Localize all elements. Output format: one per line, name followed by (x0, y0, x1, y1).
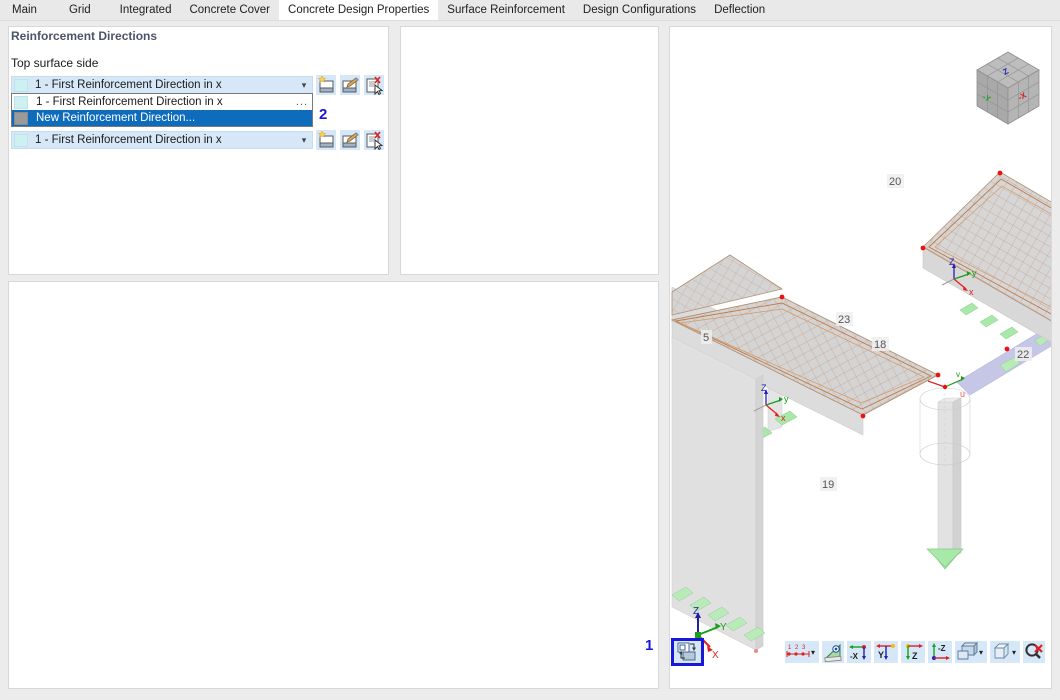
view-y-icon: Y (876, 644, 896, 660)
label-18: 18 (874, 339, 886, 351)
top-surface-side-label: Top surface side (11, 56, 99, 70)
edit-reinforcement-direction-button-2[interactable] (340, 130, 360, 150)
svg-text:y: y (784, 394, 789, 404)
view-minus-z-icon: -Z (932, 643, 951, 660)
color-swatch-icon (14, 95, 28, 109)
view-angle-icon (824, 643, 842, 662)
dropdown-item-label: New Reinforcement Direction... (36, 112, 196, 124)
view-toolbar: 1 2 3 ▾ -X Y Z -Z ▾ ▾ (785, 641, 1046, 663)
chevron-down-icon[interactable]: ▾ (978, 648, 986, 657)
annotation-marker-2: 2 (319, 106, 328, 123)
dropdown-item-new[interactable]: New Reinforcement Direction... (12, 110, 312, 126)
svg-text:-X: -X (850, 652, 859, 661)
label-23: 23 (838, 314, 850, 326)
svg-text:Y: Y (878, 650, 884, 660)
chevron-down-icon[interactable]: ▾ (296, 132, 312, 148)
svg-text:y: y (972, 268, 977, 278)
svg-text:Z: Z (949, 257, 955, 267)
annotation-marker-1: 1 (645, 637, 654, 654)
reinforcement-direction-dropdown-list[interactable]: 1 - First Reinforcement Direction in x .… (11, 93, 313, 127)
svg-text:X: X (712, 650, 719, 661)
dropdown-item-existing[interactable]: 1 - First Reinforcement Direction in x .… (12, 94, 312, 110)
tab-bar: Main Grid Integrated Concrete Cover Conc… (0, 0, 1060, 21)
view-angle-ruler-button[interactable] (822, 641, 845, 663)
view-direction-z-button[interactable]: Z (901, 641, 926, 663)
chevron-down-icon[interactable]: ▾ (810, 648, 818, 657)
svg-text:x: x (969, 287, 974, 297)
combo-value: 1 - First Reinforcement Direction in x (35, 79, 222, 91)
secondary-properties-panel (400, 26, 659, 275)
render-mode-icon (957, 642, 979, 660)
tab-grid[interactable]: Grid (55, 0, 111, 20)
clear-selection-button[interactable] (1023, 641, 1046, 663)
tab-label: Concrete Design Properties (288, 4, 430, 16)
tab-label: Main (12, 4, 37, 16)
view-z-icon: Z (906, 644, 924, 661)
color-swatch-icon (14, 78, 28, 92)
top-surface-reinforcement-combo[interactable]: 1 - First Reinforcement Direction in x ▾ (11, 76, 313, 94)
label-5: 5 (703, 332, 709, 344)
model-3d-view[interactable]: Z -Y -X 20 23 5 18 22 19 Z y x Z y x v u… (670, 27, 1051, 688)
dropdown-item-label: 1 - First Reinforcement Direction in x (36, 96, 223, 108)
label-u: u (960, 389, 965, 399)
tab-integrated[interactable]: Integrated (111, 0, 181, 20)
tab-label: Integrated (119, 4, 172, 16)
label-19: 19 (822, 479, 834, 491)
display-model-box-button[interactable]: ▾ (990, 641, 1021, 663)
label-20: 20 (889, 176, 901, 188)
view-direction-y-button[interactable]: Y (874, 641, 899, 663)
tab-concrete-cover[interactable]: Concrete Cover (180, 0, 279, 20)
svg-text:x: x (781, 413, 786, 423)
svg-text:Z: Z (693, 606, 699, 617)
color-swatch-icon (14, 133, 28, 147)
display-properties-icon (677, 642, 696, 661)
clear-selection-icon (1025, 643, 1043, 659)
tab-label: Grid (68, 4, 91, 16)
view-direction-minus-z-button[interactable]: -Z (928, 641, 953, 663)
edit-reinforcement-direction-button[interactable] (340, 75, 360, 95)
tab-label: Concrete Cover (189, 4, 271, 16)
numbering-display-button[interactable]: 1 2 3 ▾ (785, 641, 820, 663)
view-direction-minus-x-button[interactable]: -X (847, 641, 872, 663)
svg-text:2: 2 (795, 645, 799, 651)
view-minus-x-icon: -X (849, 645, 867, 661)
new-reinforcement-direction-button[interactable] (316, 75, 336, 95)
svg-text:Z: Z (761, 383, 767, 393)
combo-value: 1 - First Reinforcement Direction in x (35, 134, 222, 146)
render-display-properties-button[interactable] (671, 638, 704, 666)
chevron-down-icon[interactable]: ▾ (296, 77, 312, 93)
model-box-icon (993, 642, 1010, 660)
tab-label: Deflection (714, 4, 766, 16)
color-swatch-icon (14, 111, 28, 125)
tab-concrete-design-properties[interactable]: Concrete Design Properties (279, 0, 439, 20)
ellipsis-icon[interactable]: ... (292, 96, 312, 108)
label-22: 22 (1017, 349, 1029, 361)
svg-text:-Z: -Z (938, 644, 946, 653)
svg-text:3: 3 (802, 645, 806, 651)
svg-text:Y: Y (720, 622, 727, 633)
numbering-icon: 1 2 3 (786, 645, 810, 657)
chevron-down-icon[interactable]: ▾ (1011, 648, 1019, 657)
panel-title: Reinforcement Directions (11, 29, 158, 43)
render-mode-button[interactable]: ▾ (955, 641, 988, 663)
tab-surface-reinforcement[interactable]: Surface Reinforcement (438, 0, 574, 20)
new-reinforcement-direction-button-2[interactable] (316, 130, 336, 150)
tab-deflection[interactable]: Deflection (705, 0, 774, 20)
tab-main[interactable]: Main (0, 0, 55, 20)
tab-design-configurations[interactable]: Design Configurations (574, 0, 705, 20)
model-viewport-panel: Z -Y -X 20 23 5 18 22 19 Z y x Z y x v u… (669, 26, 1052, 689)
tab-label: Surface Reinforcement (447, 4, 565, 16)
delete-reinforcement-direction-button-2[interactable] (364, 130, 384, 150)
svg-text:Z: Z (912, 651, 918, 661)
bottom-surface-reinforcement-combo[interactable]: 1 - First Reinforcement Direction in x ▾ (11, 131, 313, 149)
wall-lower-left (671, 336, 766, 653)
svg-text:v: v (956, 370, 960, 379)
details-panel (8, 281, 659, 689)
tab-label: Design Configurations (582, 4, 697, 16)
delete-reinforcement-direction-button[interactable] (364, 75, 384, 95)
svg-text:1: 1 (788, 645, 792, 651)
